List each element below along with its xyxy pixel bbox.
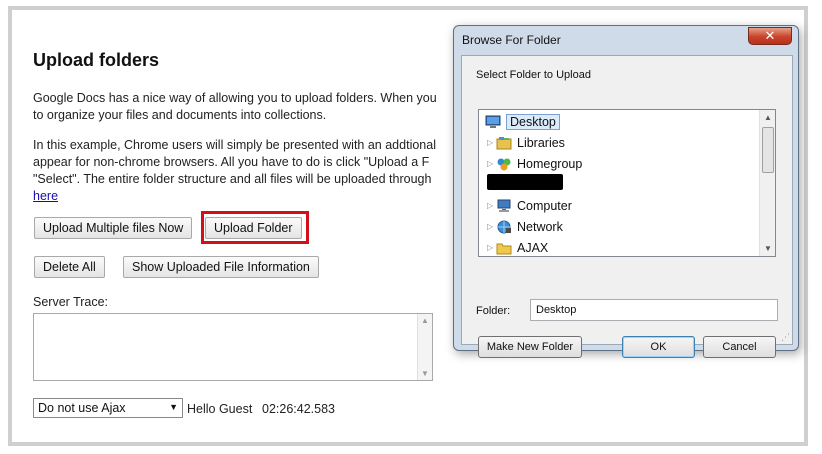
page-title: Upload folders (33, 50, 160, 70)
ajax-mode-select[interactable]: Do not use Ajax ▼ (33, 398, 183, 418)
cancel-button[interactable]: Cancel (703, 336, 776, 358)
tree-item-ajax[interactable]: ▷ AJAX (487, 238, 548, 257)
dropdown-arrow-icon: ▼ (169, 402, 178, 412)
here-link[interactable]: here (33, 189, 58, 203)
dialog-body: Select Folder to Upload Desktop ▷ Librar… (461, 55, 793, 358)
upload-multiple-files-button[interactable]: Upload Multiple files Now (34, 217, 193, 239)
folder-label: Folder: (476, 305, 511, 317)
make-new-folder-button[interactable]: Make New Folder (478, 336, 582, 358)
folder-tree-scrollbar[interactable]: ▲ ▼ (759, 110, 775, 256)
scroll-up-icon[interactable]: ▲ (764, 113, 772, 122)
scroll-up-icon[interactable]: ▲ (421, 316, 429, 325)
expand-arrow-icon[interactable]: ▷ (487, 159, 496, 168)
upload-folder-button[interactable]: Upload Folder (205, 217, 302, 239)
show-uploaded-file-info-button[interactable]: Show Uploaded File Information (123, 256, 319, 278)
scroll-down-icon[interactable]: ▼ (764, 244, 772, 253)
ok-button[interactable]: OK (622, 336, 695, 358)
libraries-icon (496, 136, 512, 150)
greeting-text: Hello Guest (187, 402, 253, 416)
tree-item-desktop[interactable]: Desktop (485, 112, 560, 131)
dialog-title: Browse For Folder (462, 33, 561, 47)
server-trace-scrollbar[interactable]: ▲ ▼ (417, 314, 432, 380)
tree-item-homegroup[interactable]: ▷ Homegroup (487, 154, 582, 173)
network-icon (496, 220, 512, 234)
tree-item-network[interactable]: ▷ Network (487, 217, 563, 236)
folder-icon (496, 241, 512, 255)
tree-item-computer[interactable]: ▷ Computer (487, 196, 572, 215)
desktop-icon (485, 115, 501, 129)
instructions-paragraph: In this example, Chrome users will simpl… (33, 138, 436, 203)
resize-grip-icon[interactable]: ⋰ (781, 332, 790, 343)
tree-item-libraries[interactable]: ▷ Libraries (487, 133, 565, 152)
scrollbar-thumb[interactable] (762, 127, 774, 173)
expand-arrow-icon[interactable]: ▷ (487, 201, 496, 210)
computer-icon (496, 199, 512, 213)
dialog-prompt: Select Folder to Upload (476, 69, 591, 81)
timestamp-text: 02:26:42.583 (262, 402, 335, 416)
folder-tree[interactable]: Desktop ▷ Libraries ▷ Homegroup ▷ Comput… (478, 109, 776, 257)
intro-paragraph: Google Docs has a nice way of allowing y… (33, 91, 437, 122)
server-trace-label: Server Trace: (33, 295, 109, 309)
browse-for-folder-dialog: Browse For Folder ✕ Select Folder to Upl… (453, 25, 799, 358)
delete-all-button[interactable]: Delete All (34, 256, 105, 278)
close-icon[interactable]: ✕ (748, 27, 792, 45)
expand-arrow-icon[interactable]: ▷ (487, 138, 496, 147)
expand-arrow-icon[interactable]: ▷ (487, 243, 496, 252)
scroll-down-icon[interactable]: ▼ (421, 369, 429, 378)
expand-arrow-icon[interactable]: ▷ (487, 222, 496, 231)
server-trace-textarea[interactable]: ▲ ▼ (33, 313, 433, 381)
folder-input[interactable]: Desktop (530, 299, 778, 321)
redacted-item (487, 174, 563, 190)
homegroup-icon (496, 157, 512, 171)
